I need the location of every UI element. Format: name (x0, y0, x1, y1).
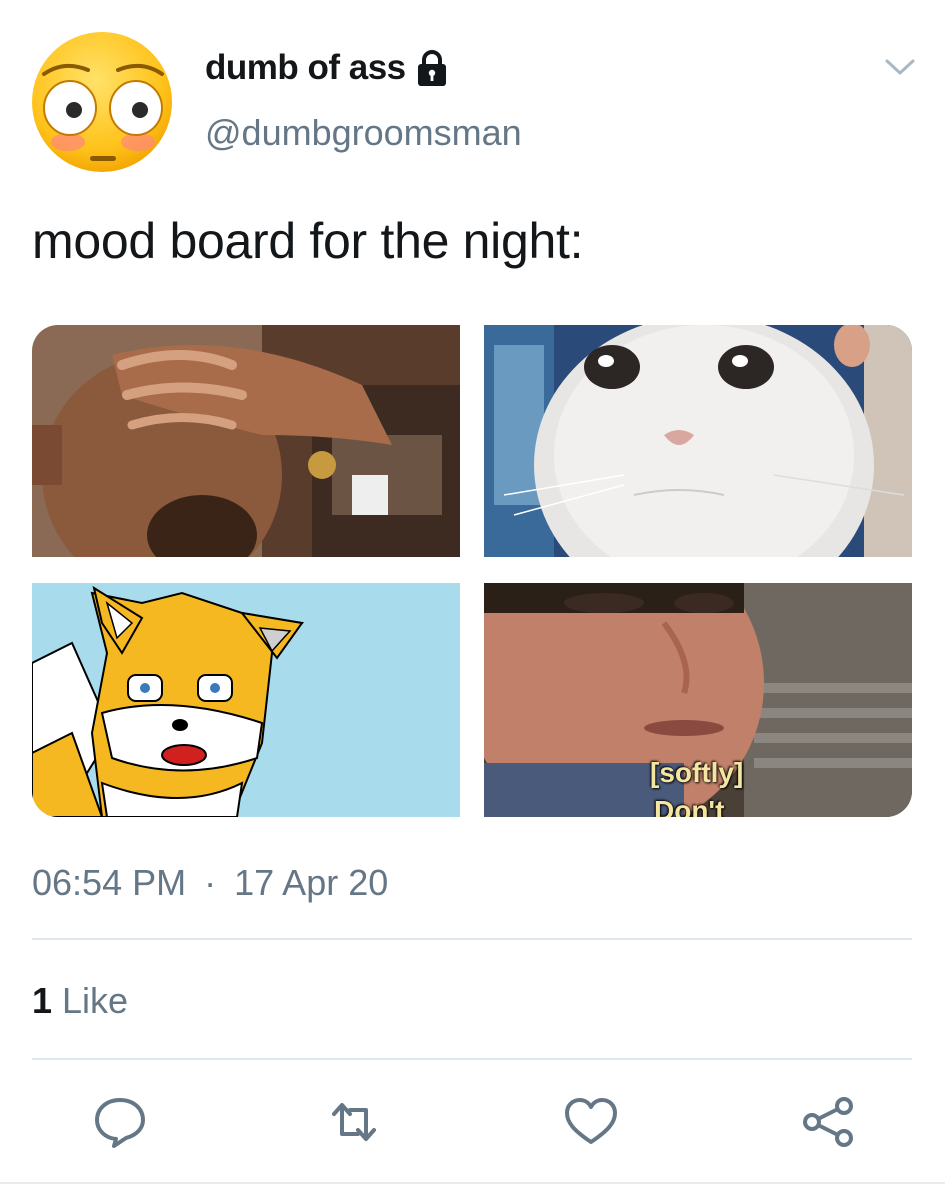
media-grid: [softly] Don't (32, 325, 912, 817)
display-name[interactable]: dumb of ass (205, 48, 406, 88)
bottom-border (0, 1182, 945, 1184)
likes-label: Like (62, 980, 129, 1021)
divider-top (32, 938, 912, 940)
crying-cat-photo[interactable] (484, 325, 912, 557)
tweet-text: mood board for the night: (32, 213, 584, 269)
tweet-time: 06:54 PM (32, 862, 187, 903)
like-icon[interactable] (563, 1094, 619, 1150)
lock-icon (414, 48, 450, 88)
user-name-row[interactable]: dumb of ass (205, 48, 450, 88)
flushed-face-emoji-icon (32, 32, 172, 172)
subtitle-line-1: [softly] (650, 757, 744, 788)
tweet-date: 17 Apr 20 (234, 862, 389, 903)
chevron-down-icon[interactable] (882, 52, 918, 82)
subtitle-line-2: Don't (654, 795, 725, 817)
likes-count: 1 (32, 980, 53, 1021)
tweet-timestamp: 06:54 PM · 17 Apr 20 (32, 862, 388, 904)
likes-summary[interactable]: 1 Like (32, 980, 128, 1022)
avatar[interactable] (30, 30, 175, 175)
facepalm-photo[interactable] (32, 325, 460, 557)
share-icon[interactable] (800, 1094, 856, 1150)
user-handle[interactable]: @dumbgroomsman (205, 112, 522, 154)
divider-bottom (32, 1058, 912, 1060)
man-closeup-photo[interactable]: [softly] Don't (484, 583, 912, 817)
retweet-icon[interactable] (326, 1094, 382, 1150)
reply-icon[interactable] (92, 1094, 148, 1150)
separator-dot: · (204, 862, 217, 903)
cartoon-fox-drawing[interactable] (32, 583, 460, 817)
